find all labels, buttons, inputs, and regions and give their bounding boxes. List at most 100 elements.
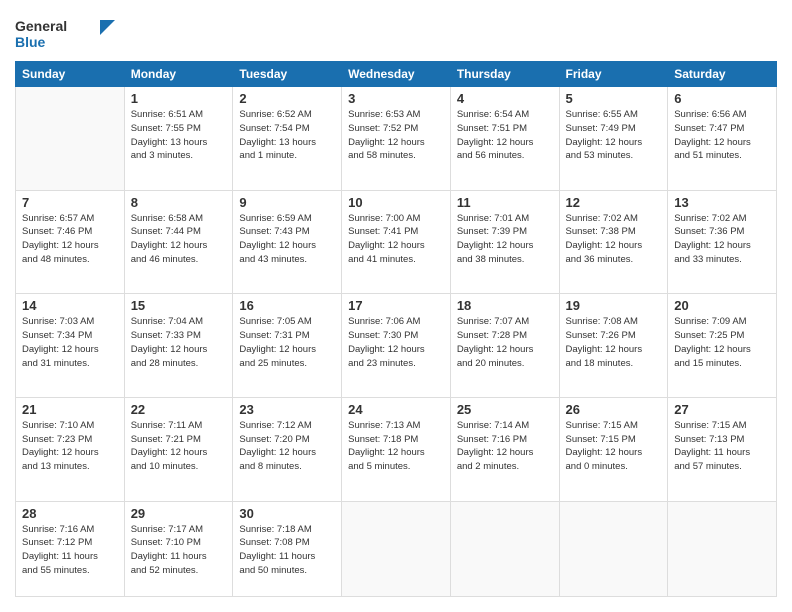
calendar-cell: 28 Sunrise: 7:16 AMSunset: 7:12 PMDayligh… (16, 501, 125, 597)
logo: GeneralBlue (15, 15, 115, 51)
calendar-cell: 4Sunrise: 6:54 AMSunset: 7:51 PMDaylight… (450, 87, 559, 191)
logo-svg: GeneralBlue (15, 15, 115, 51)
calendar-cell (342, 501, 451, 597)
day-number: 18 (457, 298, 553, 313)
day-info: Sunrise: 6:51 AMSunset: 7:55 PMDaylight:… (131, 108, 227, 163)
calendar: SundayMondayTuesdayWednesdayThursdayFrid… (15, 61, 777, 597)
day-info: Sunrise: 7:04 AMSunset: 7:33 PMDaylight:… (131, 315, 227, 370)
day-number: 23 (239, 402, 335, 417)
calendar-cell: 12 Sunrise: 7:02 AMSunset: 7:38 PMDayligh… (559, 190, 668, 294)
calendar-cell: 11 Sunrise: 7:01 AMSunset: 7:39 PMDayligh… (450, 190, 559, 294)
calendar-cell: 29 Sunrise: 7:17 AMSunset: 7:10 PMDayligh… (124, 501, 233, 597)
day-info: Sunrise: 6:56 AMSunset: 7:47 PMDaylight:… (674, 108, 770, 163)
calendar-week-row: 7Sunrise: 6:57 AMSunset: 7:46 PMDaylight… (16, 190, 777, 294)
day-number: 25 (457, 402, 553, 417)
calendar-cell: 22 Sunrise: 7:11 AMSunset: 7:21 PMDayligh… (124, 397, 233, 501)
calendar-cell: 21 Sunrise: 7:10 AMSunset: 7:23 PMDayligh… (16, 397, 125, 501)
calendar-cell: 20Sunrise: 7:09 AMSunset: 7:25 PMDayligh… (668, 294, 777, 398)
calendar-cell (668, 501, 777, 597)
day-number: 12 (566, 195, 662, 210)
day-number: 21 (22, 402, 118, 417)
day-number: 1 (131, 91, 227, 106)
day-info: Sunrise: 6:59 AMSunset: 7:43 PMDaylight:… (239, 212, 335, 267)
day-of-week-header: Tuesday (233, 62, 342, 87)
day-info: Sunrise: 7:16 AMSunset: 7:12 PMDaylight:… (22, 523, 118, 578)
day-number: 28 (22, 506, 118, 521)
calendar-cell: 30Sunrise: 7:18 AMSunset: 7:08 PMDayligh… (233, 501, 342, 597)
day-number: 17 (348, 298, 444, 313)
calendar-cell: 18 Sunrise: 7:07 AMSunset: 7:28 PMDayligh… (450, 294, 559, 398)
day-info: Sunrise: 6:52 AMSunset: 7:54 PMDaylight:… (239, 108, 335, 163)
day-info: Sunrise: 7:09 AMSunset: 7:25 PMDaylight:… (674, 315, 770, 370)
day-number: 10 (348, 195, 444, 210)
calendar-cell: 1 Sunrise: 6:51 AMSunset: 7:55 PMDaylight… (124, 87, 233, 191)
day-info: Sunrise: 7:02 AMSunset: 7:38 PMDaylight:… (566, 212, 662, 267)
day-of-week-header: Thursday (450, 62, 559, 87)
day-of-week-header: Monday (124, 62, 233, 87)
day-number: 26 (566, 402, 662, 417)
calendar-cell: 19 Sunrise: 7:08 AMSunset: 7:26 PMDayligh… (559, 294, 668, 398)
calendar-cell: 24Sunrise: 7:13 AMSunset: 7:18 PMDayligh… (342, 397, 451, 501)
calendar-week-row: 28 Sunrise: 7:16 AMSunset: 7:12 PMDayligh… (16, 501, 777, 597)
day-info: Sunrise: 7:03 AMSunset: 7:34 PMDaylight:… (22, 315, 118, 370)
day-info: Sunrise: 7:15 AMSunset: 7:13 PMDaylight:… (674, 419, 770, 474)
calendar-cell: 27 Sunrise: 7:15 AMSunset: 7:13 PMDayligh… (668, 397, 777, 501)
day-info: Sunrise: 6:58 AMSunset: 7:44 PMDaylight:… (131, 212, 227, 267)
calendar-cell: 10 Sunrise: 7:00 AMSunset: 7:41 PMDayligh… (342, 190, 451, 294)
calendar-week-row: 21 Sunrise: 7:10 AMSunset: 7:23 PMDayligh… (16, 397, 777, 501)
day-number: 22 (131, 402, 227, 417)
day-info: Sunrise: 6:55 AMSunset: 7:49 PMDaylight:… (566, 108, 662, 163)
day-of-week-header: Friday (559, 62, 668, 87)
day-number: 11 (457, 195, 553, 210)
day-number: 14 (22, 298, 118, 313)
day-number: 29 (131, 506, 227, 521)
calendar-cell: 17 Sunrise: 7:06 AMSunset: 7:30 PMDayligh… (342, 294, 451, 398)
calendar-cell: 6 Sunrise: 6:56 AMSunset: 7:47 PMDaylight… (668, 87, 777, 191)
calendar-cell: 15 Sunrise: 7:04 AMSunset: 7:33 PMDayligh… (124, 294, 233, 398)
day-number: 8 (131, 195, 227, 210)
calendar-cell: 2 Sunrise: 6:52 AMSunset: 7:54 PMDaylight… (233, 87, 342, 191)
day-number: 27 (674, 402, 770, 417)
day-of-week-header: Saturday (668, 62, 777, 87)
calendar-cell: 13Sunrise: 7:02 AMSunset: 7:36 PMDayligh… (668, 190, 777, 294)
day-number: 2 (239, 91, 335, 106)
day-number: 15 (131, 298, 227, 313)
calendar-cell: 14 Sunrise: 7:03 AMSunset: 7:34 PMDayligh… (16, 294, 125, 398)
calendar-cell: 26 Sunrise: 7:15 AMSunset: 7:15 PMDayligh… (559, 397, 668, 501)
day-number: 19 (566, 298, 662, 313)
day-info: Sunrise: 7:00 AMSunset: 7:41 PMDaylight:… (348, 212, 444, 267)
day-number: 30 (239, 506, 335, 521)
day-number: 7 (22, 195, 118, 210)
svg-text:Blue: Blue (15, 34, 46, 50)
day-info: Sunrise: 7:11 AMSunset: 7:21 PMDaylight:… (131, 419, 227, 474)
day-number: 5 (566, 91, 662, 106)
calendar-header-row: SundayMondayTuesdayWednesdayThursdayFrid… (16, 62, 777, 87)
day-info: Sunrise: 7:10 AMSunset: 7:23 PMDaylight:… (22, 419, 118, 474)
day-info: Sunrise: 7:15 AMSunset: 7:15 PMDaylight:… (566, 419, 662, 474)
calendar-cell: 9 Sunrise: 6:59 AMSunset: 7:43 PMDaylight… (233, 190, 342, 294)
day-info: Sunrise: 7:06 AMSunset: 7:30 PMDaylight:… (348, 315, 444, 370)
calendar-cell: 7Sunrise: 6:57 AMSunset: 7:46 PMDaylight… (16, 190, 125, 294)
day-info: Sunrise: 7:13 AMSunset: 7:18 PMDaylight:… (348, 419, 444, 474)
header: GeneralBlue (15, 15, 777, 51)
svg-text:General: General (15, 18, 67, 34)
calendar-cell (559, 501, 668, 597)
day-info: Sunrise: 7:01 AMSunset: 7:39 PMDaylight:… (457, 212, 553, 267)
day-info: Sunrise: 7:02 AMSunset: 7:36 PMDaylight:… (674, 212, 770, 267)
day-info: Sunrise: 7:08 AMSunset: 7:26 PMDaylight:… (566, 315, 662, 370)
calendar-cell: 23 Sunrise: 7:12 AMSunset: 7:20 PMDayligh… (233, 397, 342, 501)
day-info: Sunrise: 7:17 AMSunset: 7:10 PMDaylight:… (131, 523, 227, 578)
day-info: Sunrise: 6:53 AMSunset: 7:52 PMDaylight:… (348, 108, 444, 163)
day-number: 6 (674, 91, 770, 106)
day-info: Sunrise: 7:14 AMSunset: 7:16 PMDaylight:… (457, 419, 553, 474)
calendar-cell: 16 Sunrise: 7:05 AMSunset: 7:31 PMDayligh… (233, 294, 342, 398)
calendar-cell (450, 501, 559, 597)
day-number: 4 (457, 91, 553, 106)
day-info: Sunrise: 7:07 AMSunset: 7:28 PMDaylight:… (457, 315, 553, 370)
calendar-week-row: 1 Sunrise: 6:51 AMSunset: 7:55 PMDaylight… (16, 87, 777, 191)
day-info: Sunrise: 7:05 AMSunset: 7:31 PMDaylight:… (239, 315, 335, 370)
day-of-week-header: Sunday (16, 62, 125, 87)
day-number: 9 (239, 195, 335, 210)
day-number: 16 (239, 298, 335, 313)
day-info: Sunrise: 7:12 AMSunset: 7:20 PMDaylight:… (239, 419, 335, 474)
